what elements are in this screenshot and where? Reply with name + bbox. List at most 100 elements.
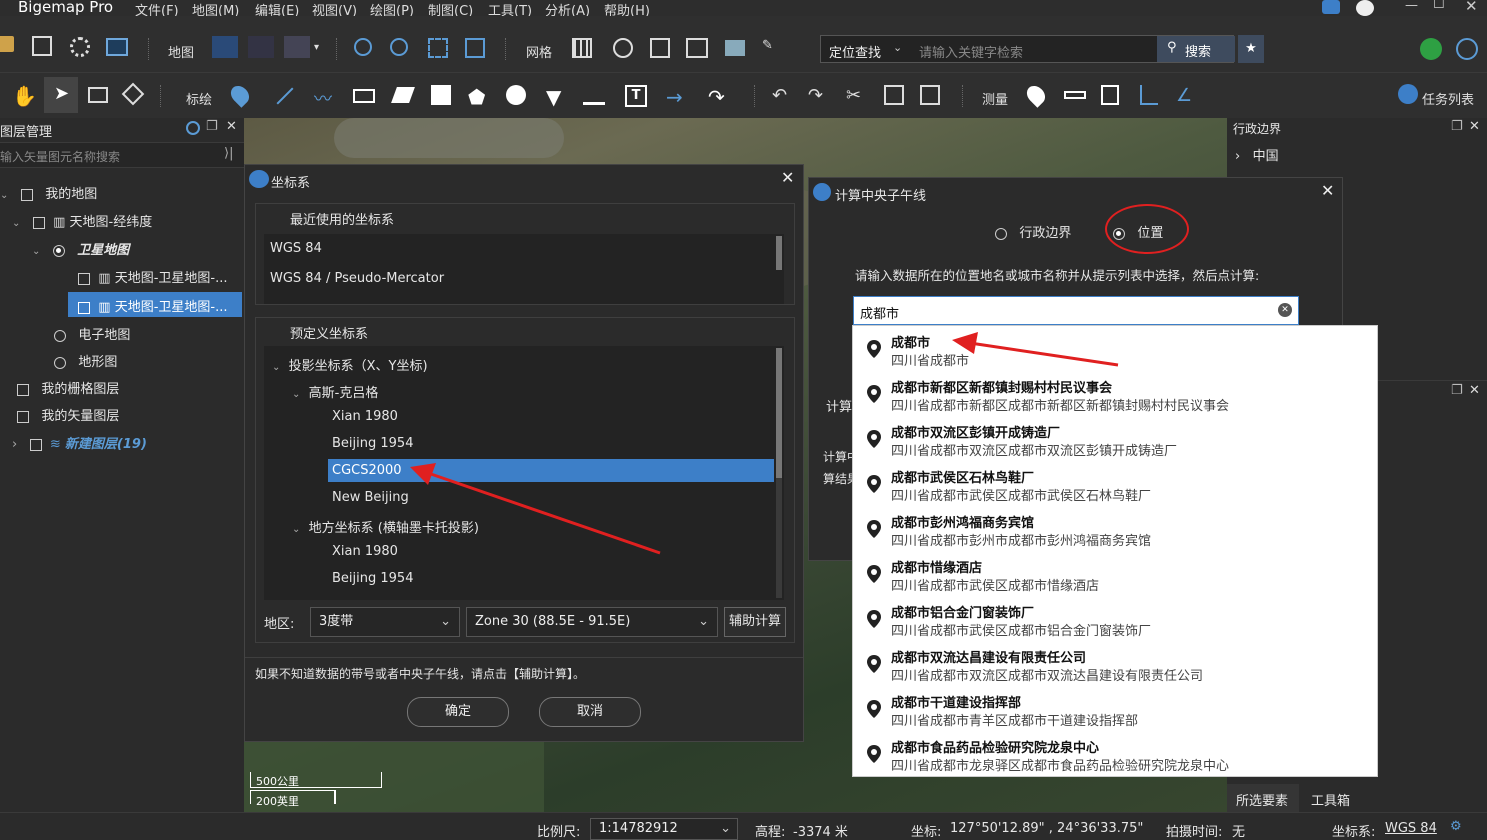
suggestion-item[interactable]: 成都市惜缘酒店 四川省成都市武侯区成都市惜缘酒店 [853,551,1377,596]
rectangle-icon[interactable] [353,89,375,103]
ok-button[interactable]: 确定 [407,697,509,727]
measure-angle-icon[interactable]: ∠ [1176,85,1200,109]
suggestion-item[interactable]: 成都市双流达昌建设有限责任公司 四川省成都市双流区成都市双流达昌建设有限责任公司 [853,641,1377,686]
curve-arrow-icon[interactable]: ↷ [708,85,732,109]
notification-icon[interactable] [1322,0,1340,14]
layer-my-map[interactable]: ⌄ 我的地图 [0,183,97,202]
tree-xian1980[interactable]: Xian 1980 [332,409,398,424]
assist-calc-button[interactable]: 辅助计算 [724,607,786,637]
float-panel-icon[interactable]: ❐ [1451,119,1463,134]
measure-area-icon[interactable] [1101,85,1119,105]
radio-button[interactable] [995,227,1007,240]
suggestion-item[interactable]: 成都市食品药品检验研究院龙泉中心 四川省成都市龙泉驿区成都市食品药品检验研究院龙泉… [853,731,1377,776]
tree-local-crs[interactable]: ⌄ 地方坐标系 (横轴墨卡托投影) [292,517,479,536]
float-panel-icon[interactable]: ❐ [206,119,218,134]
gear-icon[interactable]: ⚙ [1450,819,1462,834]
ruler-icon[interactable] [1064,91,1086,99]
tree-beijing1954[interactable]: Beijing 1954 [332,436,413,451]
suggestion-item[interactable]: 成都市 四川省成都市 [853,326,1377,371]
checkbox[interactable] [29,438,42,451]
search-button[interactable]: ⚲ 搜索 [1157,36,1235,62]
layer-satellite[interactable]: ⌄ 卫星地图 [32,239,129,258]
close-icon[interactable]: ✕ [781,168,794,187]
tab-toolbox[interactable]: 工具箱 [1311,790,1350,809]
recent-item-wgs84[interactable]: WGS 84 [270,241,322,256]
placemark-icon[interactable] [227,82,253,108]
search-input[interactable]: 请输入关键字检索 [919,42,1023,61]
radio-button[interactable] [54,329,66,342]
chevron-down-icon[interactable]: ⌄ [893,41,902,54]
square-icon[interactable] [431,85,451,105]
radio-admin-boundary[interactable]: 行政边界 [995,222,1071,241]
hand-pan-icon[interactable]: ✋ [12,84,37,108]
zoom-out-icon[interactable] [390,38,408,56]
night-map-icon[interactable] [248,36,274,58]
radio-button[interactable] [54,356,66,369]
chevron-down-icon[interactable]: ▾ [314,42,319,53]
layer-sat-sub1[interactable]: ▥ 天地图-卫星地图-... [78,267,227,286]
suggestion-item[interactable]: 成都市铝合金门窗装饰厂 四川省成都市武侯区成都市铝合金门窗装饰厂 [853,596,1377,641]
layer-electronic[interactable]: 电子地图 [54,324,130,343]
circle-icon[interactable] [506,85,526,105]
paste-icon[interactable] [920,85,940,105]
task-list-icon[interactable] [1398,84,1418,104]
band-select[interactable]: 3度带 ⌄ [310,607,460,637]
tree-projected[interactable]: ⌄ 投影坐标系（X、Y坐标) [272,355,428,374]
nm-grid-icon[interactable] [686,38,708,58]
brush-icon[interactable]: ✎ [762,38,786,62]
admin-item-china[interactable]: › 中国 [1235,145,1279,164]
radio-button[interactable] [52,244,65,257]
measure-line-icon[interactable] [583,85,605,105]
layer-sat-sub2-selected[interactable]: ▥ 天地图-卫星地图-... [68,292,242,317]
layer-search[interactable]: 输入矢量图元名称搜索 ⟩| [0,142,244,168]
scrollbar-thumb[interactable] [776,348,782,478]
checkbox[interactable] [17,383,29,396]
line-icon[interactable] [276,87,294,105]
terrain-map-icon[interactable] [284,36,310,58]
layer-tianditu-latlon[interactable]: ⌄ ▥ 天地图-经纬度 [12,211,152,230]
select-box-icon[interactable] [88,87,108,103]
tree-gauss-kruger[interactable]: ⌄ 高斯-克吕格 [292,382,378,401]
undo-icon[interactable]: ↶ [772,85,796,109]
measure-height-icon[interactable] [1140,85,1158,105]
layer-vector[interactable]: 我的矢量图层 [17,405,119,424]
clear-input-icon[interactable]: ✕ [1278,303,1292,317]
save-icon[interactable] [32,36,52,56]
layer-search-input[interactable]: 输入矢量图元名称搜索 [0,148,120,165]
tree-new-beijing[interactable]: New Beijing [332,490,409,505]
task-list-label[interactable]: 任务列表 [1422,89,1474,108]
suggestion-item[interactable]: 成都市双流区彭镇开成铸造厂 四川省成都市双流区成都市双流区彭镇开成铸造厂 [853,416,1377,461]
image-icon[interactable] [106,38,128,56]
tree-local-beijing1954[interactable]: Beijing 1954 [332,571,413,586]
pointer-tool[interactable]: ➤ [44,77,78,113]
scrollbar[interactable] [776,236,782,270]
pentagon-icon[interactable]: ⬟ [468,85,492,109]
measure-point-icon[interactable] [1023,82,1049,108]
close-window-icon[interactable]: ✕ [1465,0,1478,15]
crs-value[interactable]: WGS 84 [1385,821,1437,836]
collapse-icon[interactable]: ⟩| [224,146,233,161]
scrollbar-track[interactable] [776,348,782,598]
parallelogram-icon[interactable] [391,87,415,103]
km-grid-icon[interactable] [650,38,670,58]
support-icon[interactable] [1456,38,1478,60]
cancel-button[interactable]: 取消 [539,697,641,727]
redo-icon[interactable]: ↷ [808,85,832,109]
favorite-star-icon[interactable]: ★ [1238,35,1264,63]
location-input[interactable]: 成都市 ✕ [853,296,1299,325]
text-icon[interactable]: T [625,85,647,107]
tab-selected-features[interactable]: 所选要素 [1227,784,1299,812]
maximize-icon[interactable]: ☐ [1433,0,1445,12]
layer-new[interactable]: › ≋ 新建图层(19) [12,433,147,452]
search-icon[interactable] [186,121,200,135]
suggestion-item[interactable]: 成都市新都区新都镇封赐村村民议事会 四川省成都市新都区成都市新都区新都镇封赐村村民… [853,371,1377,416]
suggestion-item[interactable]: 成都市武侯区石林鸟鞋厂 四川省成都市武侯区成都市武侯区石林鸟鞋厂 [853,461,1377,506]
polyline-icon[interactable]: 〰 [314,85,338,110]
globe-grid-icon[interactable] [613,38,633,58]
float-panel-icon[interactable]: ❐ [1451,383,1463,398]
tree-local-xian1980[interactable]: Xian 1980 [332,544,398,559]
avatar[interactable] [1356,0,1374,16]
copy-icon[interactable] [884,85,904,105]
checkbox[interactable] [17,410,29,423]
zoom-in-icon[interactable] [354,38,372,56]
